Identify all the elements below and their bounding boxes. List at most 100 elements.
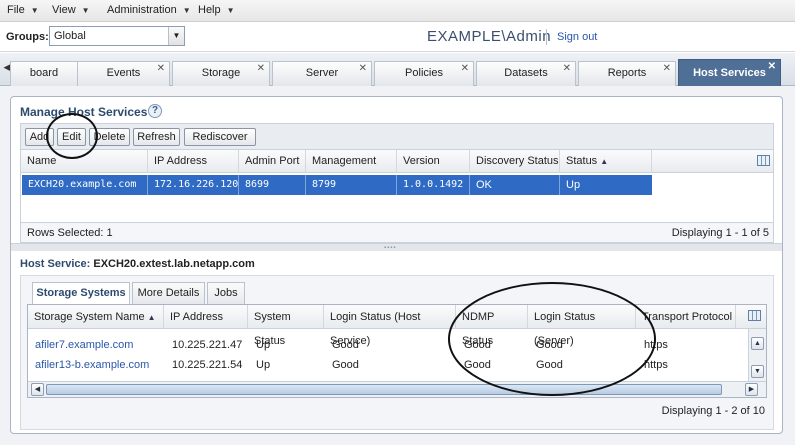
edit-button[interactable]: Edit [57, 128, 86, 146]
sort-ascending-icon: ▲ [147, 313, 156, 322]
scroll-up-icon[interactable]: ▲ [751, 337, 764, 350]
scrollbar-thumb[interactable] [46, 384, 722, 395]
refresh-button[interactable]: Refresh [133, 128, 180, 146]
column-header-discovery-status[interactable]: Discovery Status [470, 150, 560, 173]
cell-name: EXCH20.example.com [22, 175, 148, 195]
storage-systems-table: Storage System Name ▲ IP Address System S… [27, 304, 767, 398]
cell-login-status-server: Good [536, 339, 563, 351]
close-icon[interactable]: ✕ [359, 63, 367, 75]
tab-reports[interactable]: Reports ✕ [578, 61, 676, 86]
grip-icon: ▪▪▪▪ [384, 245, 397, 251]
chevron-down-icon: ▼ [226, 6, 235, 15]
close-icon[interactable]: ✕ [157, 63, 165, 75]
groups-label: Groups: [6, 31, 49, 43]
menu-administration[interactable]: Administration ▼ [107, 4, 191, 16]
cell-system-status: Up [256, 339, 271, 351]
table-header: Name IP Address Admin Port Management Po… [21, 150, 773, 190]
cell-transport-protocol: https [644, 339, 668, 351]
tab-more-details[interactable]: More Details [132, 282, 205, 304]
chevron-down-icon: ▼ [81, 6, 90, 15]
add-button[interactable]: Add [25, 128, 54, 146]
table-row[interactable]: afiler13-b.example.com 10.225.221.54 Up … [29, 355, 746, 375]
column-header-system-status[interactable]: System Status [248, 305, 324, 347]
page-title: Manage Host Services [20, 105, 148, 119]
close-icon[interactable]: ✕ [768, 61, 776, 73]
cell-discovery-status: OK [470, 175, 560, 195]
table-footer: Rows Selected: 1 Displaying 1 - 1 of 5 [20, 223, 774, 243]
cell-management-port: 8799 [306, 175, 397, 195]
sort-ascending-icon: ▲ [600, 157, 609, 166]
tab-jobs[interactable]: Jobs [207, 282, 245, 304]
pagination-text: Displaying 1 - 2 of 10 [661, 405, 765, 417]
cell-ndmp-status: Good [464, 359, 491, 371]
cell-ip-address: 10.225.221.47 [172, 339, 243, 351]
storage-system-link[interactable]: afiler7.example.com [29, 335, 133, 355]
menu-file[interactable]: File ▼ [7, 4, 39, 16]
column-chooser-icon[interactable] [748, 310, 761, 321]
close-icon[interactable]: ✕ [257, 63, 265, 75]
tab-storage-systems[interactable]: Storage Systems [32, 282, 130, 305]
table-row[interactable]: afiler7.example.com 10.225.221.47 Up Goo… [29, 335, 746, 355]
column-header-management-port[interactable]: Management Port [306, 150, 397, 190]
tab-host-services[interactable]: Host Services ✕ [678, 59, 781, 86]
cell-login-status-host: Good [332, 359, 359, 371]
toolbar: Add Edit Delete Refresh Rediscover [20, 123, 774, 149]
table-header: Storage System Name ▲ IP Address System S… [28, 305, 766, 347]
column-chooser-icon[interactable] [757, 155, 770, 166]
tab-strip: ◀ board Events ✕ Storage ✕ Server ✕ Policie… [0, 53, 795, 86]
main-area: Manage Host Services ? Add Edit Delete R… [0, 86, 795, 445]
column-header-storage-system-name[interactable]: Storage System Name ▲ [28, 305, 164, 329]
cell-login-status-server: Good [536, 359, 563, 371]
table-row[interactable]: EXCH20.example.com 172.16.226.120 8699 8… [22, 175, 652, 195]
menu-help[interactable]: Help ▼ [198, 4, 235, 16]
close-icon[interactable]: ✕ [663, 63, 671, 75]
help-icon[interactable]: ? [148, 104, 162, 118]
sign-out-link[interactable]: Sign out [557, 31, 597, 43]
host-service-value: EXCH20.extest.lab.netapp.com [93, 258, 255, 270]
detail-panel: Storage Systems More Details Jobs Storag… [20, 275, 774, 430]
column-header-login-status-host[interactable]: Login Status (Host Service) [324, 305, 456, 347]
cell-login-status-host: Good [332, 339, 359, 351]
groups-value: Global [54, 30, 86, 42]
column-header-transport-protocol[interactable]: Transport Protocol [636, 305, 736, 329]
rows-selected-text: Rows Selected: 1 [27, 227, 113, 239]
column-header-admin-port[interactable]: Admin Port [239, 150, 306, 173]
cell-ip-address: 10.225.221.54 [172, 359, 243, 371]
brand-logo: EXAMPLE\Admin [427, 28, 552, 45]
delete-button[interactable]: Delete [89, 128, 130, 146]
column-header-version[interactable]: Version [397, 150, 470, 173]
scroll-right-icon[interactable]: ▶ [745, 383, 758, 396]
cell-ip-address: 172.16.226.120 [148, 175, 239, 195]
cell-version: 1.0.0.1492 [397, 175, 470, 195]
vertical-scrollbar[interactable]: ▲ ▼ [748, 329, 766, 381]
scroll-down-icon[interactable]: ▼ [751, 365, 764, 378]
tab-policies[interactable]: Policies ✕ [374, 61, 474, 86]
cell-status: Up [566, 179, 581, 191]
host-services-table: Name IP Address Admin Port Management Po… [20, 149, 774, 223]
menu-view[interactable]: View ▼ [52, 4, 90, 16]
cell-ndmp-status: Good [464, 339, 491, 351]
horizontal-scrollbar[interactable]: ◀ ▶ [28, 381, 766, 397]
chevron-down-icon[interactable]: ▼ [168, 27, 184, 45]
split-handle[interactable]: ▪▪▪▪ [11, 243, 782, 251]
chevron-down-icon: ▼ [182, 6, 191, 15]
tab-server[interactable]: Server ✕ [272, 61, 372, 86]
rediscover-button[interactable]: Rediscover [184, 128, 256, 146]
host-service-heading: Host Service: EXCH20.extest.lab.netapp.c… [20, 258, 255, 270]
tab-storage[interactable]: Storage ✕ [172, 61, 270, 86]
storage-system-link[interactable]: afiler13-b.example.com [29, 355, 149, 375]
column-header-ip-address[interactable]: IP Address [148, 150, 239, 173]
column-header-ndmp-status[interactable]: NDMP Status [456, 305, 528, 347]
column-header-login-status-server[interactable]: Login Status (Server) [528, 305, 636, 347]
tab-dashboard[interactable]: board [10, 61, 78, 86]
cell-system-status: Up [256, 359, 271, 371]
groups-select[interactable]: Global ▼ [49, 26, 185, 46]
column-header-name[interactable]: Name [21, 150, 148, 173]
column-header-ip-address[interactable]: IP Address [164, 305, 248, 329]
tab-events[interactable]: Events ✕ [77, 61, 170, 86]
close-icon[interactable]: ✕ [461, 63, 469, 75]
column-header-status[interactable]: Status ▲ [560, 150, 652, 173]
tab-datasets[interactable]: Datasets ✕ [476, 61, 576, 86]
scroll-left-icon[interactable]: ◀ [31, 383, 44, 396]
close-icon[interactable]: ✕ [563, 63, 571, 75]
